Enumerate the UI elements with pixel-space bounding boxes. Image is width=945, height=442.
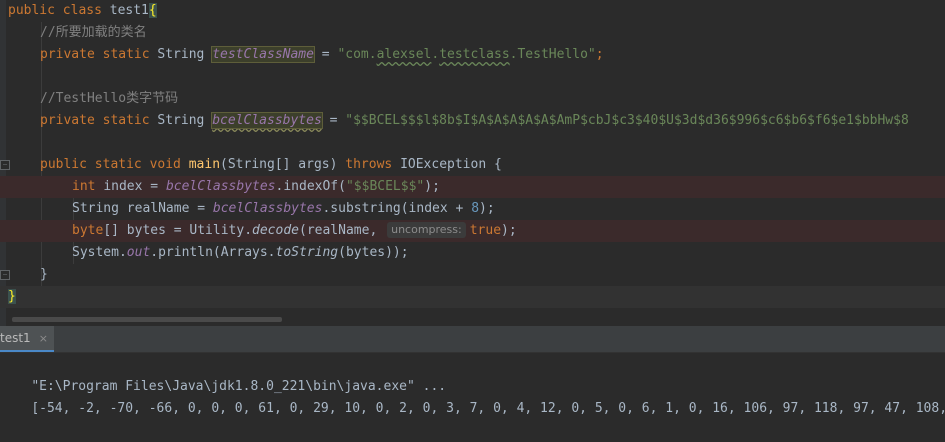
keyword: void [149,157,189,172]
semicolon: ; [595,47,604,62]
run-tab-label: test1 [0,331,31,345]
run-tool-window: test1 × "E:\Program Files\Java\jdk1.8.0_… [0,326,945,416]
field-name: bcelClassbytes [211,112,323,129]
code-line-14[interactable]: } [0,286,945,308]
keyword: int [72,179,104,194]
method-call: .substring(index + [322,201,472,216]
method-call: .println(Arrays. [150,245,276,260]
brace: } [40,267,48,282]
keyword: byte [72,223,104,238]
type-name: String [157,47,213,62]
variable: index = [103,179,166,194]
method-call: .indexOf( [275,179,346,194]
unused-field-name: testClassName [211,46,315,63]
method-call: decode [252,223,299,238]
code-line-1[interactable]: public class test1{ [0,0,945,22]
comment: //所要加载的类名 [40,25,147,40]
run-tab[interactable]: test1 × [0,326,54,352]
static-method: toString [275,245,339,260]
type-name: String [157,113,213,128]
brace-highlight: { [148,3,157,18]
string-literal: "$$BCEL$$$l$8b$I$A$A$A$A$A$AmP$cbJ$c3$40… [345,113,909,128]
field-ref: bcelClassbytes [212,201,323,216]
code-text: private static String bcelClassbytes = "… [40,110,909,132]
punctuation: ); [479,201,495,216]
method-name: main [188,157,221,172]
string-typo-word: alexsel [376,47,432,62]
parameters: (String[] args) [220,157,346,172]
code-text: public class test1{ [8,0,157,22]
code-line-12[interactable]: System.out.println(Arrays.toString(bytes… [0,242,945,264]
code-line-8[interactable]: − public static void main(String[] args)… [0,154,945,176]
code-text: private static String testClassName = "c… [40,44,604,66]
string-typo-word: testclass [439,47,510,62]
fold-end-icon[interactable]: − [0,270,10,280]
arguments: (realName, [299,223,386,238]
horizontal-scrollbar[interactable] [12,317,282,322]
exception-type: IOException { [400,157,502,172]
string-literal: .TestHello" [509,47,596,62]
code-line-9[interactable]: int index = bcelClassbytes.indexOf("$$BC… [0,176,945,198]
operator: = [321,113,346,128]
code-text: byte[] bytes = Utility.decode(realName, … [72,220,517,242]
close-icon[interactable]: × [39,332,48,345]
statement: System. [72,245,127,260]
code-text: int index = bcelClassbytes.indexOf("$$BC… [72,176,440,198]
punctuation: ); [501,223,517,238]
console-command-line: "E:\Program Files\Java\jdk1.8.0_221\bin\… [0,354,945,394]
code-text: //所要加载的类名 [40,22,147,44]
keyword: true [469,223,502,238]
arguments: (bytes)); [338,245,409,260]
code-text: } [8,286,16,308]
console-output-line: [-54, -2, -70, -66, 0, 0, 0, 61, 0, 29, … [0,376,945,416]
code-line-6[interactable]: private static String bcelClassbytes = "… [0,110,945,132]
code-line-3[interactable]: private static String testClassName = "c… [0,44,945,66]
static-field: out [126,245,151,260]
parameter-hint: uncompress: [387,222,466,238]
code-text: String realName = bcelClassbytes.substri… [72,198,495,220]
keyword: private static [40,113,158,128]
code-line-11[interactable]: byte[] bytes = Utility.decode(realName, … [0,220,945,242]
field-ref: bcelClassbytes [165,179,276,194]
number-literal: 8 [471,201,480,216]
keyword: throws [345,157,401,172]
code-line-13[interactable]: − } [0,264,945,286]
code-line-2[interactable]: //所要加载的类名 [0,22,945,44]
keyword: public static [40,157,150,172]
statement: String realName = [72,201,213,216]
code-text: //TestHello类字节码 [40,88,178,110]
keyword: private static [40,47,158,62]
code-text: System.out.println(Arrays.toString(bytes… [72,242,409,264]
string-literal: "com. [337,47,377,62]
console-output: [-54, -2, -70, -66, 0, 0, 0, 61, 0, 29, … [31,401,945,416]
statement: [] bytes = Utility. [103,223,253,238]
operator: = [313,47,338,62]
code-text: } [40,264,48,286]
comment: //TestHello类字节码 [40,91,179,106]
code-editor[interactable]: public class test1{ //所要加载的类名 private st… [0,0,945,326]
brace-highlight: } [8,289,16,304]
code-line-10[interactable]: String realName = bcelClassbytes.substri… [0,198,945,220]
class-name: test1 [109,3,149,18]
string-literal: "$$BCEL$$" [345,179,425,194]
punctuation: ); [424,179,440,194]
fold-marker-icon[interactable]: − [0,160,10,170]
run-tabs-bar: test1 × [0,326,945,353]
code-line-5[interactable]: //TestHello类字节码 [0,88,945,110]
keyword: public class [8,3,110,18]
code-text: public static void main(String[] args) t… [40,154,502,176]
